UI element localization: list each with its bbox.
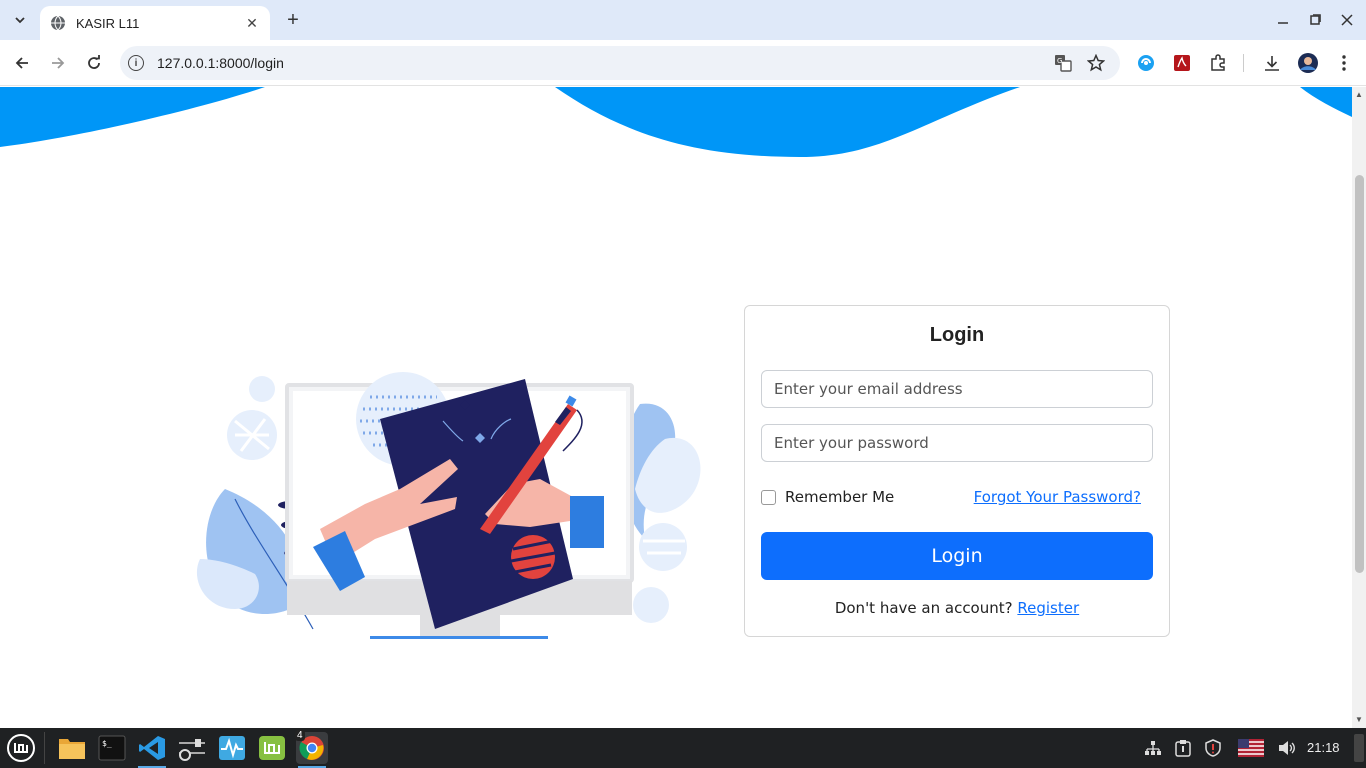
url-text[interactable]: 127.0.0.1:8000/login — [157, 55, 284, 71]
login-card: Login Remember Me Forgot Your Password? … — [744, 305, 1170, 637]
register-link[interactable]: Register — [1017, 599, 1079, 617]
menu-kebab-icon[interactable] — [1333, 52, 1355, 74]
clock[interactable]: 21:18 — [1307, 740, 1340, 755]
register-prompt: Don't have an account? — [834, 599, 1013, 617]
volume-icon[interactable] — [1277, 738, 1297, 758]
chrome-window-count: 4 — [295, 730, 305, 741]
files-icon[interactable] — [56, 732, 88, 764]
site-info-icon[interactable]: i — [128, 55, 144, 71]
scroll-thumb[interactable] — [1355, 175, 1364, 573]
login-title: Login — [929, 324, 985, 346]
bookmark-star-icon[interactable] — [1086, 53, 1106, 73]
toolbar-divider — [1243, 54, 1244, 72]
page-content: Login Remember Me Forgot Your Password? … — [0, 87, 1352, 728]
svg-text:$_: $_ — [102, 739, 112, 748]
browser-toolbar: i 127.0.0.1:8000/login G — [0, 40, 1366, 86]
remember-me-label[interactable]: Remember Me — [785, 488, 894, 506]
register-line: Don't have an account? Register — [745, 599, 1169, 617]
settings-icon[interactable] — [176, 732, 208, 764]
tab-bar: KASIR L11 ✕ + — [0, 0, 1366, 40]
login-illustration — [196, 372, 701, 639]
globe-icon — [51, 15, 65, 31]
clipboard-icon[interactable] — [1173, 738, 1193, 758]
system-monitor-icon[interactable] — [216, 732, 248, 764]
taskbar: $_ 4 21:18 — [0, 728, 1366, 768]
extension-sync-icon[interactable] — [1135, 52, 1157, 74]
tab-title: KASIR L11 — [76, 15, 140, 31]
keyboard-layout-flag-icon[interactable] — [1238, 738, 1264, 758]
profile-avatar[interactable] — [1297, 52, 1319, 74]
translate-icon[interactable]: G — [1053, 53, 1073, 73]
maximize-icon[interactable] — [1305, 10, 1325, 30]
forward-icon[interactable] — [46, 51, 70, 75]
tab-close-icon[interactable]: ✕ — [244, 15, 260, 31]
password-field[interactable] — [761, 424, 1153, 462]
extensions-puzzle-icon[interactable] — [1207, 52, 1229, 74]
network-icon[interactable] — [1143, 738, 1163, 758]
forgot-password-link[interactable]: Forgot Your Password? — [974, 488, 1141, 506]
chevron-down-icon — [15, 17, 25, 24]
taskbar-divider — [44, 732, 45, 764]
download-icon[interactable] — [1261, 52, 1283, 74]
address-bar[interactable]: i 127.0.0.1:8000/login G — [120, 46, 1120, 80]
mint-menu-icon[interactable] — [5, 732, 37, 764]
back-icon[interactable] — [10, 51, 34, 75]
pdf-extension-icon[interactable] — [1171, 52, 1193, 74]
reload-icon[interactable] — [82, 51, 106, 75]
email-field[interactable] — [761, 370, 1153, 408]
svg-text:G: G — [1057, 57, 1062, 65]
vscode-icon[interactable] — [136, 732, 168, 768]
scroll-up-icon[interactable]: ▲ — [1355, 90, 1363, 99]
remember-me: Remember Me — [761, 488, 894, 506]
login-button[interactable]: Login — [761, 532, 1153, 580]
page-scrollbar[interactable]: ▲ ▼ — [1352, 87, 1366, 728]
new-tab-button[interactable]: + — [282, 9, 304, 31]
terminal-icon[interactable]: $_ — [96, 732, 128, 764]
wave-header — [0, 87, 1352, 157]
window-close-icon[interactable] — [1337, 10, 1357, 30]
shield-icon[interactable] — [1203, 738, 1223, 758]
tab-active[interactable]: KASIR L11 ✕ — [40, 6, 270, 40]
remember-me-checkbox[interactable] — [761, 489, 776, 505]
show-desktop-button[interactable] — [1354, 734, 1364, 762]
minimize-icon[interactable] — [1273, 10, 1293, 30]
scroll-down-icon[interactable]: ▼ — [1355, 715, 1363, 724]
tab-search-button[interactable] — [8, 8, 32, 32]
mint-icon[interactable] — [256, 732, 288, 764]
